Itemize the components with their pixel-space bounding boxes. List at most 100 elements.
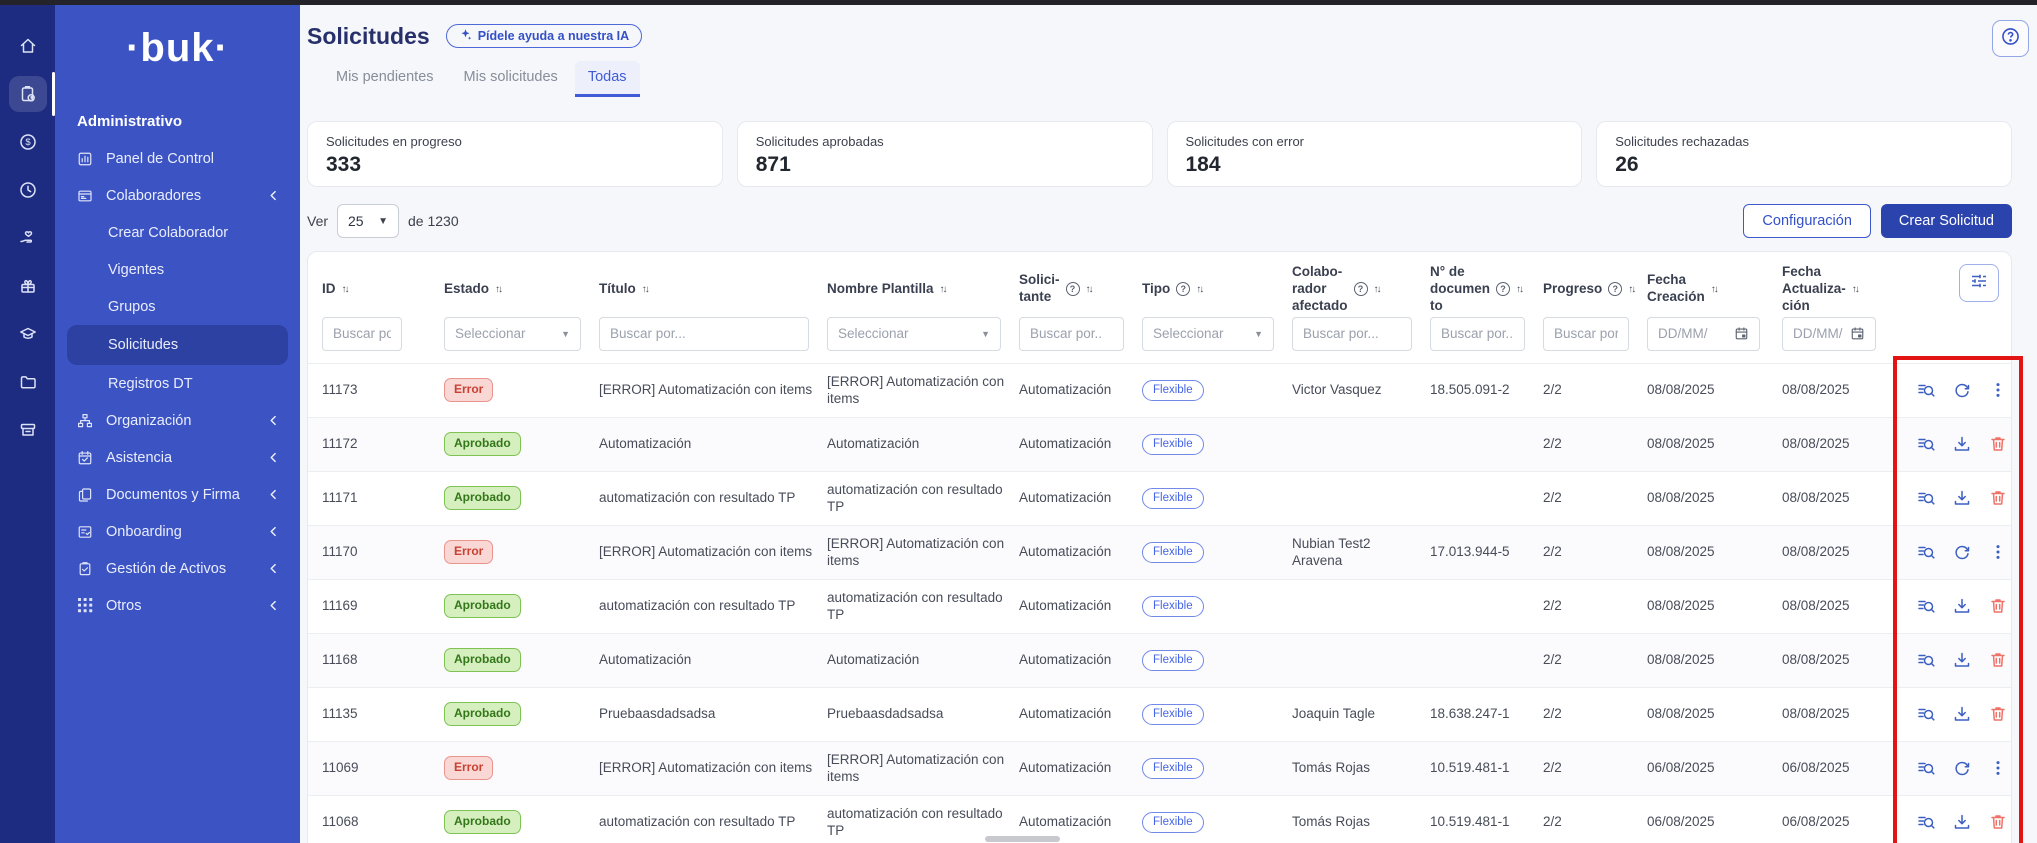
sort-icon[interactable]: ↑↓ xyxy=(495,284,501,295)
download-icon[interactable] xyxy=(1952,704,1972,724)
ai-help-badge[interactable]: Pídele ayuda a nuestra IA xyxy=(446,24,642,48)
graduation-cap-icon[interactable] xyxy=(9,316,47,352)
pagesize-select[interactable]: 25 ▼ xyxy=(337,204,399,238)
more-icon[interactable] xyxy=(1988,542,2008,562)
delete-icon[interactable] xyxy=(1988,434,2008,454)
sort-icon[interactable]: ↑↓ xyxy=(1711,284,1717,295)
retry-icon[interactable] xyxy=(1952,758,1972,778)
sidebar-item-solicitudes[interactable]: Solicitudes xyxy=(67,325,288,365)
chevron-left-icon[interactable] xyxy=(267,599,280,612)
sidebar-item-panel-de-control[interactable]: Panel de Control xyxy=(55,140,300,177)
delete-icon[interactable] xyxy=(1988,812,2008,832)
table-row: 11169Aprobadoautomatización con resultad… xyxy=(308,579,2011,633)
help-icon[interactable]: ? xyxy=(1354,282,1368,296)
column-header-colabo-: Colabo- rador afectado?↑↓ xyxy=(1292,264,1430,315)
download-icon[interactable] xyxy=(1952,596,1972,616)
folder-icon[interactable] xyxy=(9,364,47,400)
home-icon[interactable] xyxy=(9,28,47,64)
filter-input[interactable] xyxy=(1543,317,1629,351)
sidebar-item-gesti-n-de-activos[interactable]: Gestión de Activos xyxy=(55,550,300,587)
sidebar-item-otros[interactable]: Otros xyxy=(55,587,300,624)
tab-todas[interactable]: Todas xyxy=(575,61,640,97)
search-detail-icon[interactable] xyxy=(1916,758,1936,778)
retry-icon[interactable] xyxy=(1952,380,1972,400)
filter-select[interactable]: Seleccionar▼ xyxy=(1142,317,1274,351)
sort-icon[interactable]: ↑↓ xyxy=(1374,284,1380,295)
filter-input[interactable] xyxy=(599,317,809,351)
sidebar-item-organizaci-n[interactable]: Organización xyxy=(55,402,300,439)
tab-mis-pendientes[interactable]: Mis pendientes xyxy=(323,61,447,97)
delete-icon[interactable] xyxy=(1988,596,2008,616)
search-detail-icon[interactable] xyxy=(1916,650,1936,670)
sidebar-item-registros-dt[interactable]: Registros DT xyxy=(55,365,300,402)
search-detail-icon[interactable] xyxy=(1916,812,1936,832)
search-detail-icon[interactable] xyxy=(1916,596,1936,616)
clock-icon[interactable] xyxy=(9,172,47,208)
sort-icon[interactable]: ↑↓ xyxy=(1852,284,1858,295)
chevron-left-icon[interactable] xyxy=(267,525,280,538)
sidebar-item-onboarding[interactable]: Onboarding xyxy=(55,513,300,550)
sort-icon[interactable]: ↑↓ xyxy=(642,284,648,295)
configuracion-button[interactable]: Configuración xyxy=(1743,204,1870,238)
chevron-left-icon[interactable] xyxy=(267,562,280,575)
search-detail-icon[interactable] xyxy=(1916,488,1936,508)
sort-icon[interactable]: ↑↓ xyxy=(1628,284,1634,295)
sort-icon[interactable]: ↑↓ xyxy=(1516,284,1522,295)
coin-icon[interactable]: $ xyxy=(9,124,47,160)
hand-heart-icon[interactable] xyxy=(9,220,47,256)
sidebar-item-asistencia[interactable]: Asistencia xyxy=(55,439,300,476)
table-row: 11068Aprobadoautomatización con resultad… xyxy=(308,795,2011,843)
download-icon[interactable] xyxy=(1952,812,1972,832)
archive-icon[interactable] xyxy=(9,412,47,448)
search-detail-icon[interactable] xyxy=(1916,704,1936,724)
help-icon[interactable]: ? xyxy=(1608,282,1622,296)
status-badge: Aprobado xyxy=(444,594,521,618)
clipboard-clock-icon[interactable] xyxy=(9,76,47,112)
search-detail-icon[interactable] xyxy=(1916,542,1936,562)
more-icon[interactable] xyxy=(1988,380,2008,400)
download-icon[interactable] xyxy=(1952,650,1972,670)
help-icon[interactable]: ? xyxy=(1066,282,1080,296)
download-icon[interactable] xyxy=(1952,434,1972,454)
sidebar-item-colaboradores[interactable]: Colaboradores xyxy=(55,177,300,214)
filter-select[interactable]: Seleccionar▼ xyxy=(827,317,1001,351)
sort-icon[interactable]: ↑↓ xyxy=(1196,284,1202,295)
retry-icon[interactable] xyxy=(1952,542,1972,562)
download-icon[interactable] xyxy=(1952,488,1972,508)
filter-date[interactable]: DD/MM/ xyxy=(1647,317,1760,351)
search-detail-icon[interactable] xyxy=(1916,434,1936,454)
help-button[interactable] xyxy=(1992,20,2029,57)
cell-id: 11135 xyxy=(322,705,444,723)
sidebar-item-documentos-y-firma[interactable]: Documentos y Firma xyxy=(55,476,300,513)
filter-input[interactable] xyxy=(1292,317,1412,351)
sidebar-item-crear-colaborador[interactable]: Crear Colaborador xyxy=(55,214,300,251)
chevron-left-icon[interactable] xyxy=(267,189,280,202)
gift-icon[interactable] xyxy=(9,268,47,304)
crear-solicitud-button[interactable]: Crear Solicitud xyxy=(1881,204,2012,238)
chevron-left-icon[interactable] xyxy=(267,451,280,464)
filter-input[interactable] xyxy=(1019,317,1124,351)
more-icon[interactable] xyxy=(1988,758,2008,778)
delete-icon[interactable] xyxy=(1988,650,2008,670)
sidebar-item-grupos[interactable]: Grupos xyxy=(55,288,300,325)
filter-select[interactable]: Seleccionar▼ xyxy=(444,317,581,351)
delete-icon[interactable] xyxy=(1988,488,2008,508)
search-detail-icon[interactable] xyxy=(1916,380,1936,400)
horizontal-scrollbar-thumb[interactable] xyxy=(985,836,1060,842)
sidebar-item-vigentes[interactable]: Vigentes xyxy=(55,251,300,288)
chevron-left-icon[interactable] xyxy=(267,488,280,501)
filter-input[interactable] xyxy=(1430,317,1525,351)
filter-date[interactable]: DD/MM/ xyxy=(1782,317,1876,351)
chevron-left-icon[interactable] xyxy=(267,414,280,427)
column-settings-button[interactable] xyxy=(1959,264,1999,302)
help-icon[interactable]: ? xyxy=(1176,282,1190,296)
sort-icon[interactable]: ↑↓ xyxy=(342,284,348,295)
sort-icon[interactable]: ↑↓ xyxy=(940,284,946,295)
row-actions xyxy=(1898,488,2011,508)
tab-mis-solicitudes[interactable]: Mis solicitudes xyxy=(451,61,571,97)
filter-input[interactable] xyxy=(322,317,402,351)
column-label: Fecha Actualiza- ción xyxy=(1782,264,1846,315)
sort-icon[interactable]: ↑↓ xyxy=(1086,284,1092,295)
help-icon[interactable]: ? xyxy=(1496,282,1510,296)
delete-icon[interactable] xyxy=(1988,704,2008,724)
